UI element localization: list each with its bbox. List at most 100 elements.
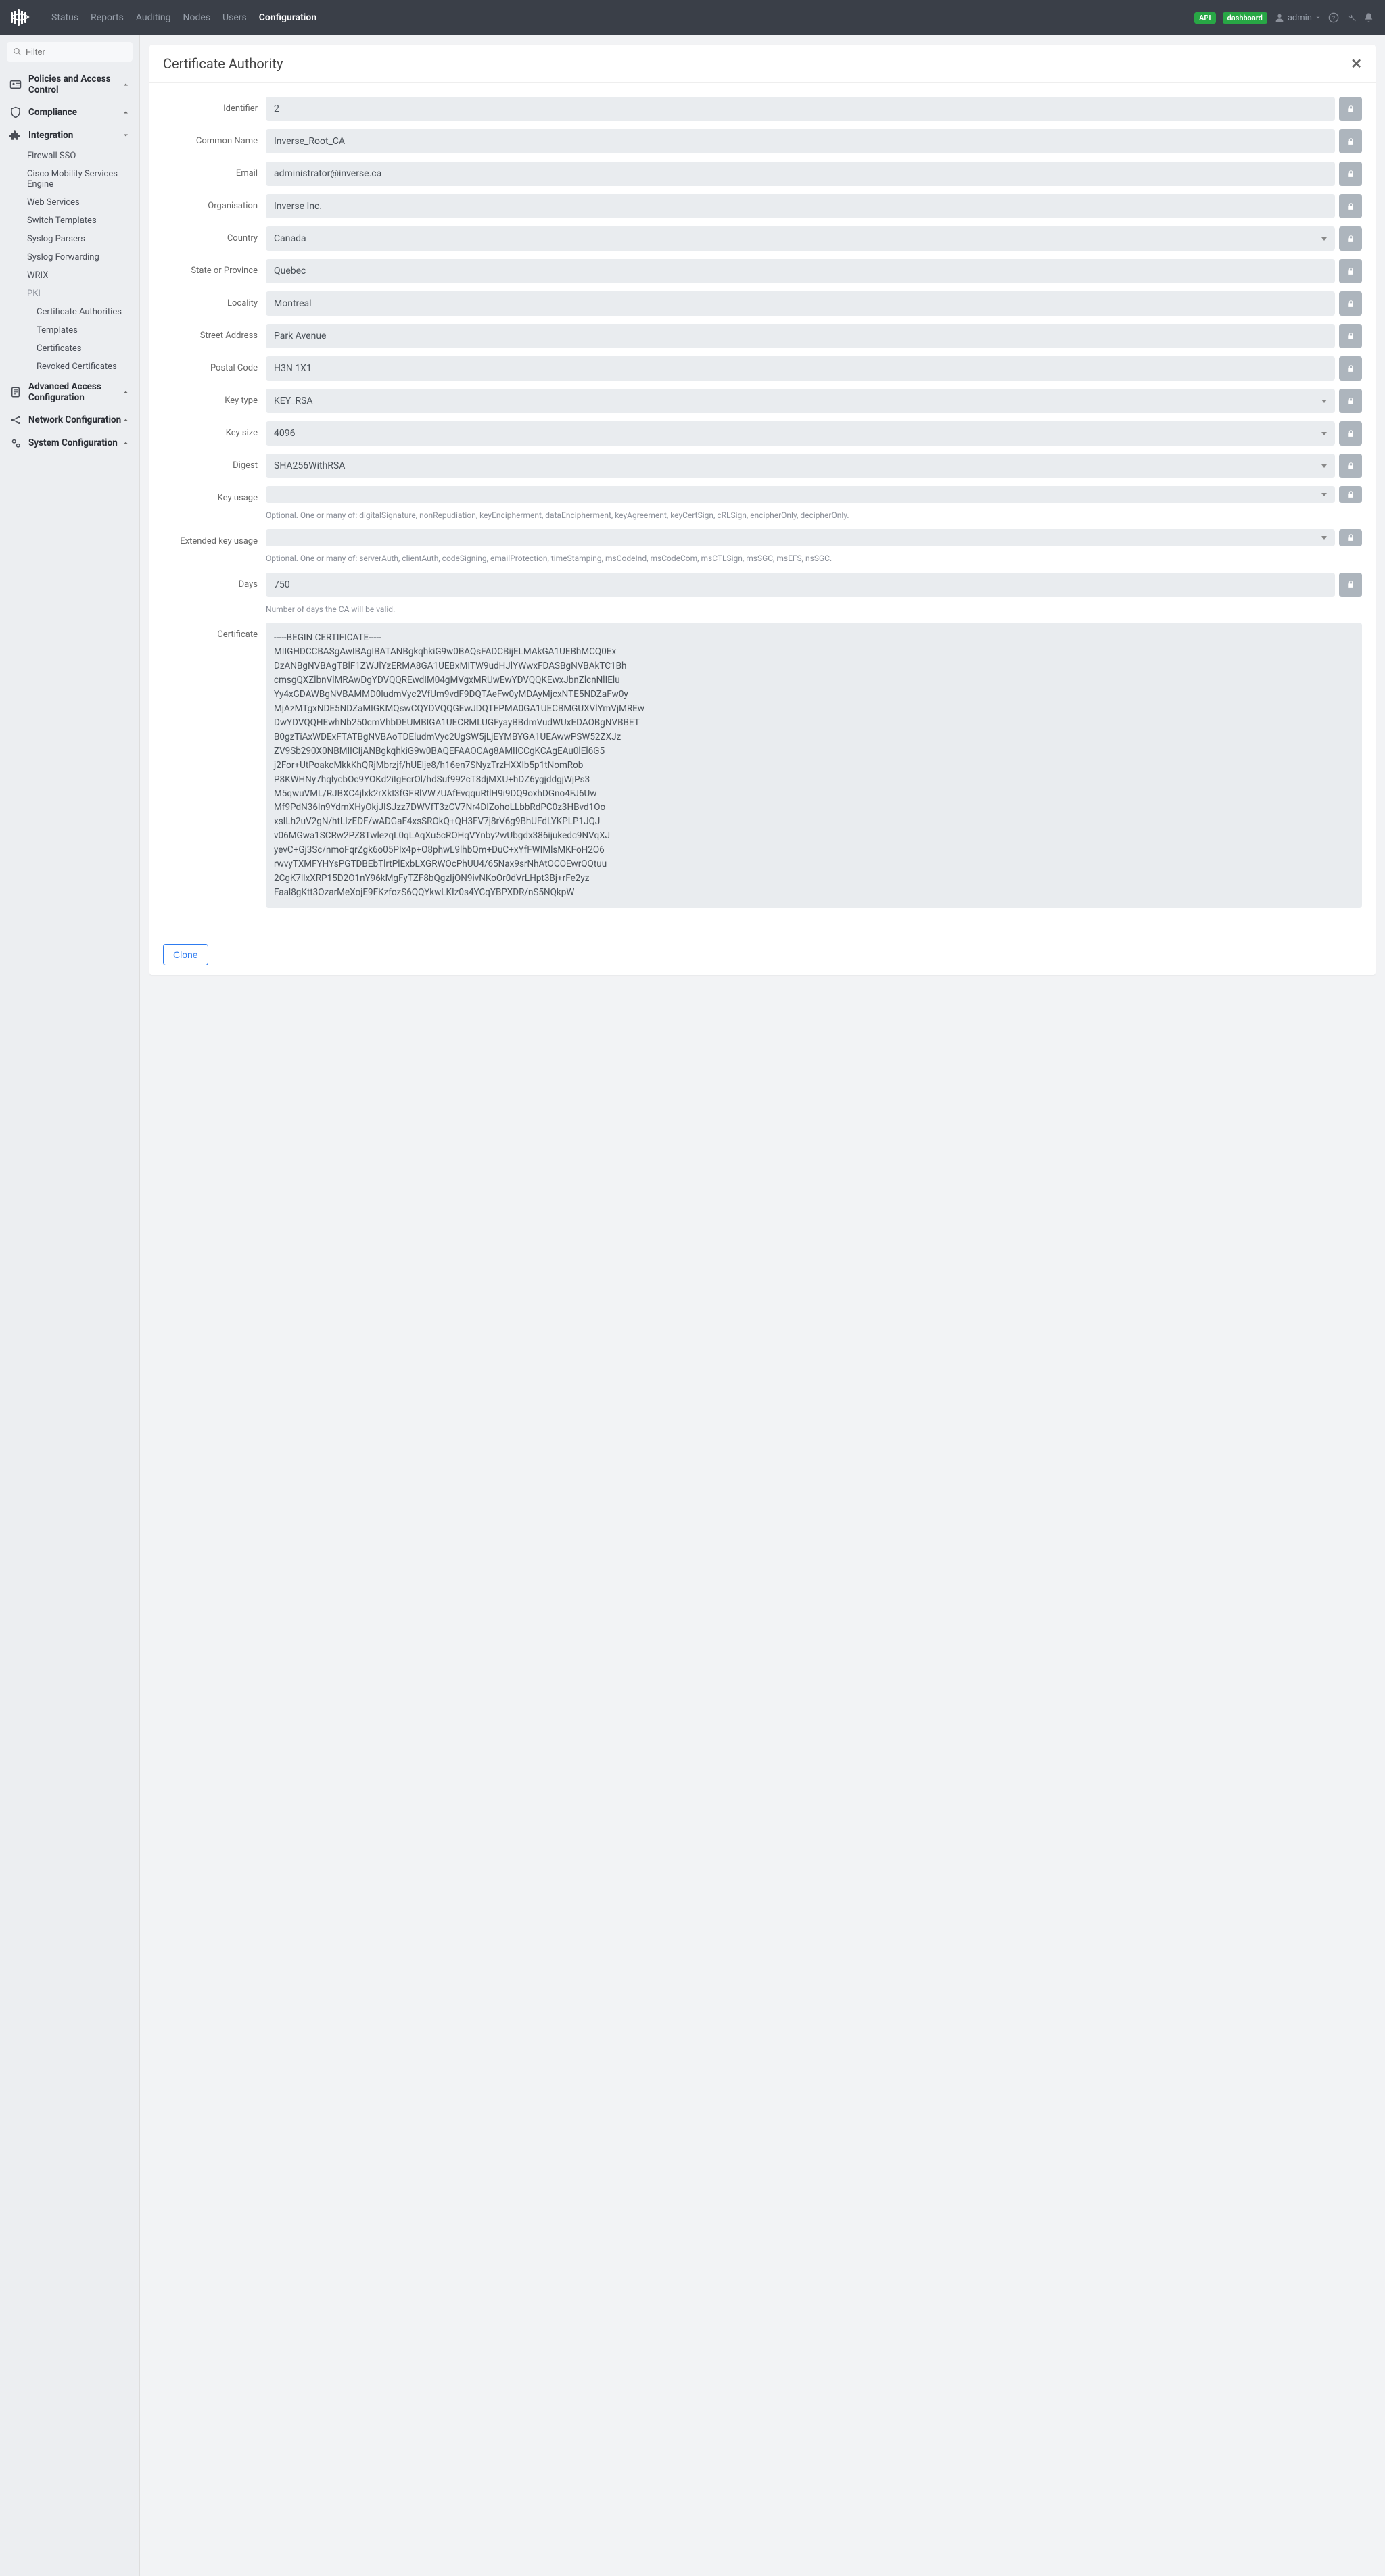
lock-icon[interactable] <box>1339 97 1362 121</box>
sidebar-item-cert-authorities[interactable]: Certificate Authorities <box>37 303 139 321</box>
sidebar-item-revoked-certs[interactable]: Revoked Certificates <box>37 358 139 376</box>
lock-icon[interactable] <box>1339 389 1362 413</box>
close-icon[interactable]: ✕ <box>1351 55 1362 72</box>
help-icon[interactable]: ? <box>1328 12 1339 23</box>
nav-reports[interactable]: Reports <box>91 12 124 23</box>
lock-icon[interactable] <box>1339 486 1362 503</box>
lock-icon[interactable] <box>1339 162 1362 186</box>
bell-icon[interactable] <box>1363 12 1374 23</box>
label-days: Days <box>163 573 258 590</box>
sidebar-label: Compliance <box>28 107 122 118</box>
lock-icon[interactable] <box>1339 226 1362 251</box>
sidebar-group-system[interactable]: System Configuration <box>0 431 139 454</box>
label-organisation: Organisation <box>163 194 258 211</box>
top-nav: Status Reports Auditing Nodes Users Conf… <box>51 12 1194 23</box>
sidebar-item-syslog-forwarding[interactable]: Syslog Forwarding <box>27 248 139 266</box>
lock-icon[interactable] <box>1339 291 1362 316</box>
sidebar-item-switch-templates[interactable]: Switch Templates <box>27 212 139 230</box>
field-key-size[interactable]: 4096 <box>266 421 1335 446</box>
label-state: State or Province <box>163 259 258 276</box>
user-menu[interactable]: admin <box>1274 12 1321 23</box>
sidebar-label: Policies and Access Control <box>28 74 122 95</box>
sidebar-group-network[interactable]: Network Configuration <box>0 408 139 431</box>
field-days: 750 <box>266 573 1335 597</box>
chevron-up-icon <box>122 388 130 396</box>
nav-configuration[interactable]: Configuration <box>259 12 316 23</box>
lock-icon[interactable] <box>1339 573 1362 597</box>
shield-icon <box>9 106 22 118</box>
card: Certificate Authority ✕ Identifier 2 Com… <box>149 45 1376 975</box>
label-country: Country <box>163 226 258 243</box>
topbar: Status Reports Auditing Nodes Users Conf… <box>0 0 1385 35</box>
filter-input[interactable] <box>7 42 133 62</box>
clipboard-icon <box>9 386 22 398</box>
label-identifier: Identifier <box>163 97 258 114</box>
tools-icon[interactable] <box>1346 12 1357 23</box>
sidebar-item-templates[interactable]: Templates <box>37 321 139 339</box>
sidebar-label: Integration <box>28 130 122 141</box>
nav-auditing[interactable]: Auditing <box>136 12 171 23</box>
chevron-up-icon <box>122 80 130 89</box>
svg-text:?: ? <box>1332 15 1335 22</box>
lock-icon[interactable] <box>1339 129 1362 153</box>
field-key-usage[interactable] <box>266 486 1335 503</box>
lock-icon[interactable] <box>1339 529 1362 546</box>
sidebar-item-firewall-sso[interactable]: Firewall SSO <box>27 147 139 165</box>
sidebar-item-syslog-parsers[interactable]: Syslog Parsers <box>27 230 139 248</box>
field-locality: Montreal <box>266 291 1335 316</box>
label-locality: Locality <box>163 291 258 308</box>
help-days: Number of days the CA will be valid. <box>266 604 1362 615</box>
label-ext-key-usage: Extended key usage <box>163 529 258 546</box>
field-state: Quebec <box>266 259 1335 283</box>
sidebar-label: Network Configuration <box>28 414 122 425</box>
sidebar-group-advanced[interactable]: Advanced Access Configuration <box>0 376 139 408</box>
field-organisation: Inverse Inc. <box>266 194 1335 218</box>
sidebar-item-cisco-mse[interactable]: Cisco Mobility Services Engine <box>27 165 139 193</box>
nav-users[interactable]: Users <box>222 12 247 23</box>
id-card-icon <box>9 78 22 91</box>
sidebar-group-policies[interactable]: Policies and Access Control <box>0 68 139 101</box>
help-ext-key-usage: Optional. One or many of: serverAuth, cl… <box>266 553 1362 565</box>
app-logo <box>11 8 39 27</box>
clone-button[interactable]: Clone <box>163 944 208 965</box>
field-common-name: Inverse_Root_CA <box>266 129 1335 153</box>
label-key-usage: Key usage <box>163 486 258 503</box>
label-certificate: Certificate <box>163 623 258 640</box>
chevron-up-icon <box>122 439 130 447</box>
chevron-down-icon <box>122 131 130 139</box>
label-street: Street Address <box>163 324 258 341</box>
label-key-size: Key size <box>163 421 258 438</box>
sidebar-item-certificates[interactable]: Certificates <box>37 339 139 358</box>
user-name: admin <box>1288 13 1312 23</box>
sidebar-item-wrix[interactable]: WRIX <box>27 266 139 285</box>
dashboard-badge[interactable]: dashboard <box>1223 12 1267 24</box>
field-country[interactable]: Canada <box>266 226 1335 251</box>
sidebar-item-web-services[interactable]: Web Services <box>27 193 139 212</box>
topbar-right: API dashboard admin ? <box>1194 12 1374 24</box>
sidebar-group-integration[interactable]: Integration <box>0 124 139 147</box>
api-badge[interactable]: API <box>1194 12 1216 24</box>
network-icon <box>9 414 22 426</box>
help-key-usage: Optional. One or many of: digitalSignatu… <box>266 510 1362 521</box>
lock-icon[interactable] <box>1339 454 1362 478</box>
sidebar-item-pki[interactable]: PKI <box>27 285 139 303</box>
label-email: Email <box>163 162 258 178</box>
field-digest[interactable]: SHA256WithRSA <box>266 454 1335 478</box>
lock-icon[interactable] <box>1339 421 1362 446</box>
nav-status[interactable]: Status <box>51 12 78 23</box>
card-header: Certificate Authority ✕ <box>149 45 1376 83</box>
label-digest: Digest <box>163 454 258 471</box>
lock-icon[interactable] <box>1339 356 1362 381</box>
field-key-type[interactable]: KEY_RSA <box>266 389 1335 413</box>
nav-nodes[interactable]: Nodes <box>183 12 210 23</box>
chevron-up-icon <box>122 108 130 116</box>
field-postal: H3N 1X1 <box>266 356 1335 381</box>
lock-icon[interactable] <box>1339 194 1362 218</box>
lock-icon[interactable] <box>1339 324 1362 348</box>
field-ext-key-usage[interactable] <box>266 529 1335 546</box>
sidebar-group-compliance[interactable]: Compliance <box>0 101 139 124</box>
label-key-type: Key type <box>163 389 258 406</box>
main-content: Certificate Authority ✕ Identifier 2 Com… <box>140 35 1385 2576</box>
lock-icon[interactable] <box>1339 259 1362 283</box>
chevron-down-icon <box>1315 14 1321 21</box>
